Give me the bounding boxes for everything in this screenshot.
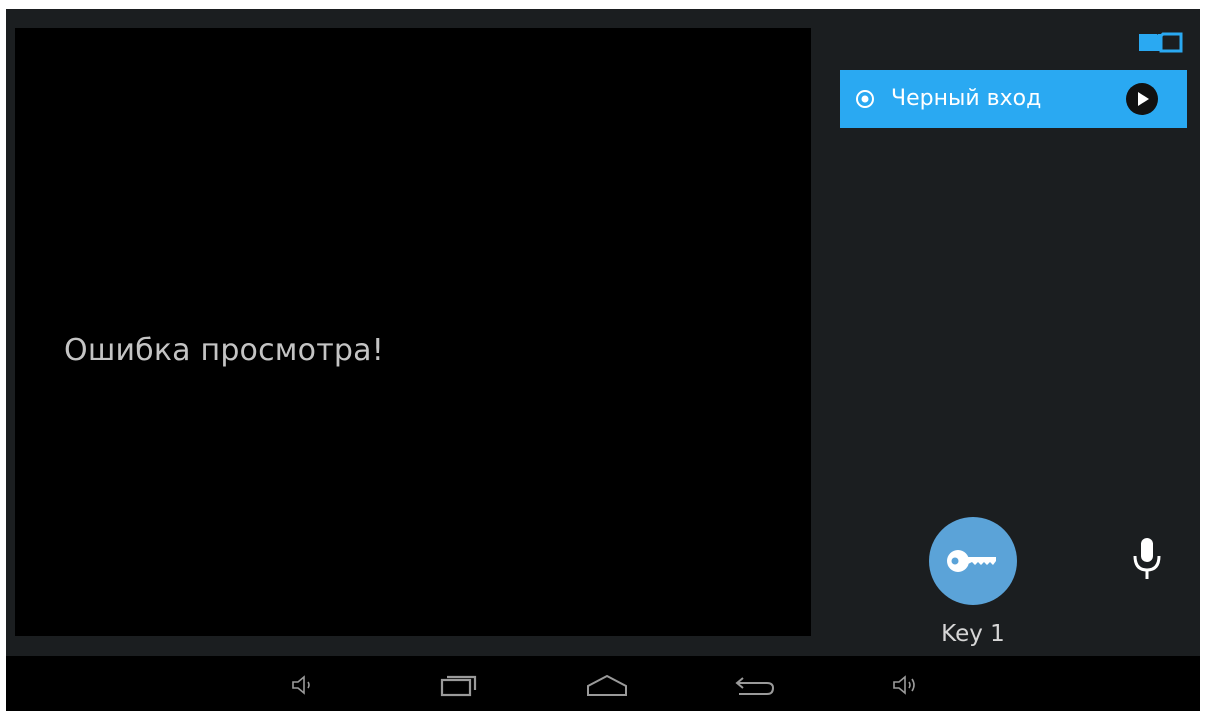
book-icon[interactable] xyxy=(1137,28,1183,56)
home-icon[interactable] xyxy=(584,670,630,700)
camera-label: Черный вход xyxy=(891,86,1042,111)
back-icon[interactable] xyxy=(733,670,777,700)
video-view[interactable]: Ошибка просмотра! xyxy=(15,28,811,636)
recent-apps-icon[interactable] xyxy=(438,670,478,700)
camera-list-item[interactable]: Черный вход xyxy=(840,70,1187,128)
volume-up-icon[interactable] xyxy=(890,670,920,700)
key-label: Key 1 xyxy=(941,621,1005,647)
microphone-icon[interactable] xyxy=(1130,536,1164,584)
video-error-message: Ошибка просмотра! xyxy=(64,333,384,368)
key-icon xyxy=(947,550,996,572)
open-door-button[interactable] xyxy=(929,517,1017,605)
volume-down-icon[interactable] xyxy=(288,670,318,700)
app-screen: Ошибка просмотра! Черный вход Key 1 xyxy=(6,9,1200,711)
radio-selected-icon xyxy=(855,89,875,109)
play-icon[interactable] xyxy=(1124,81,1160,117)
system-navigation-bar xyxy=(6,656,1200,711)
